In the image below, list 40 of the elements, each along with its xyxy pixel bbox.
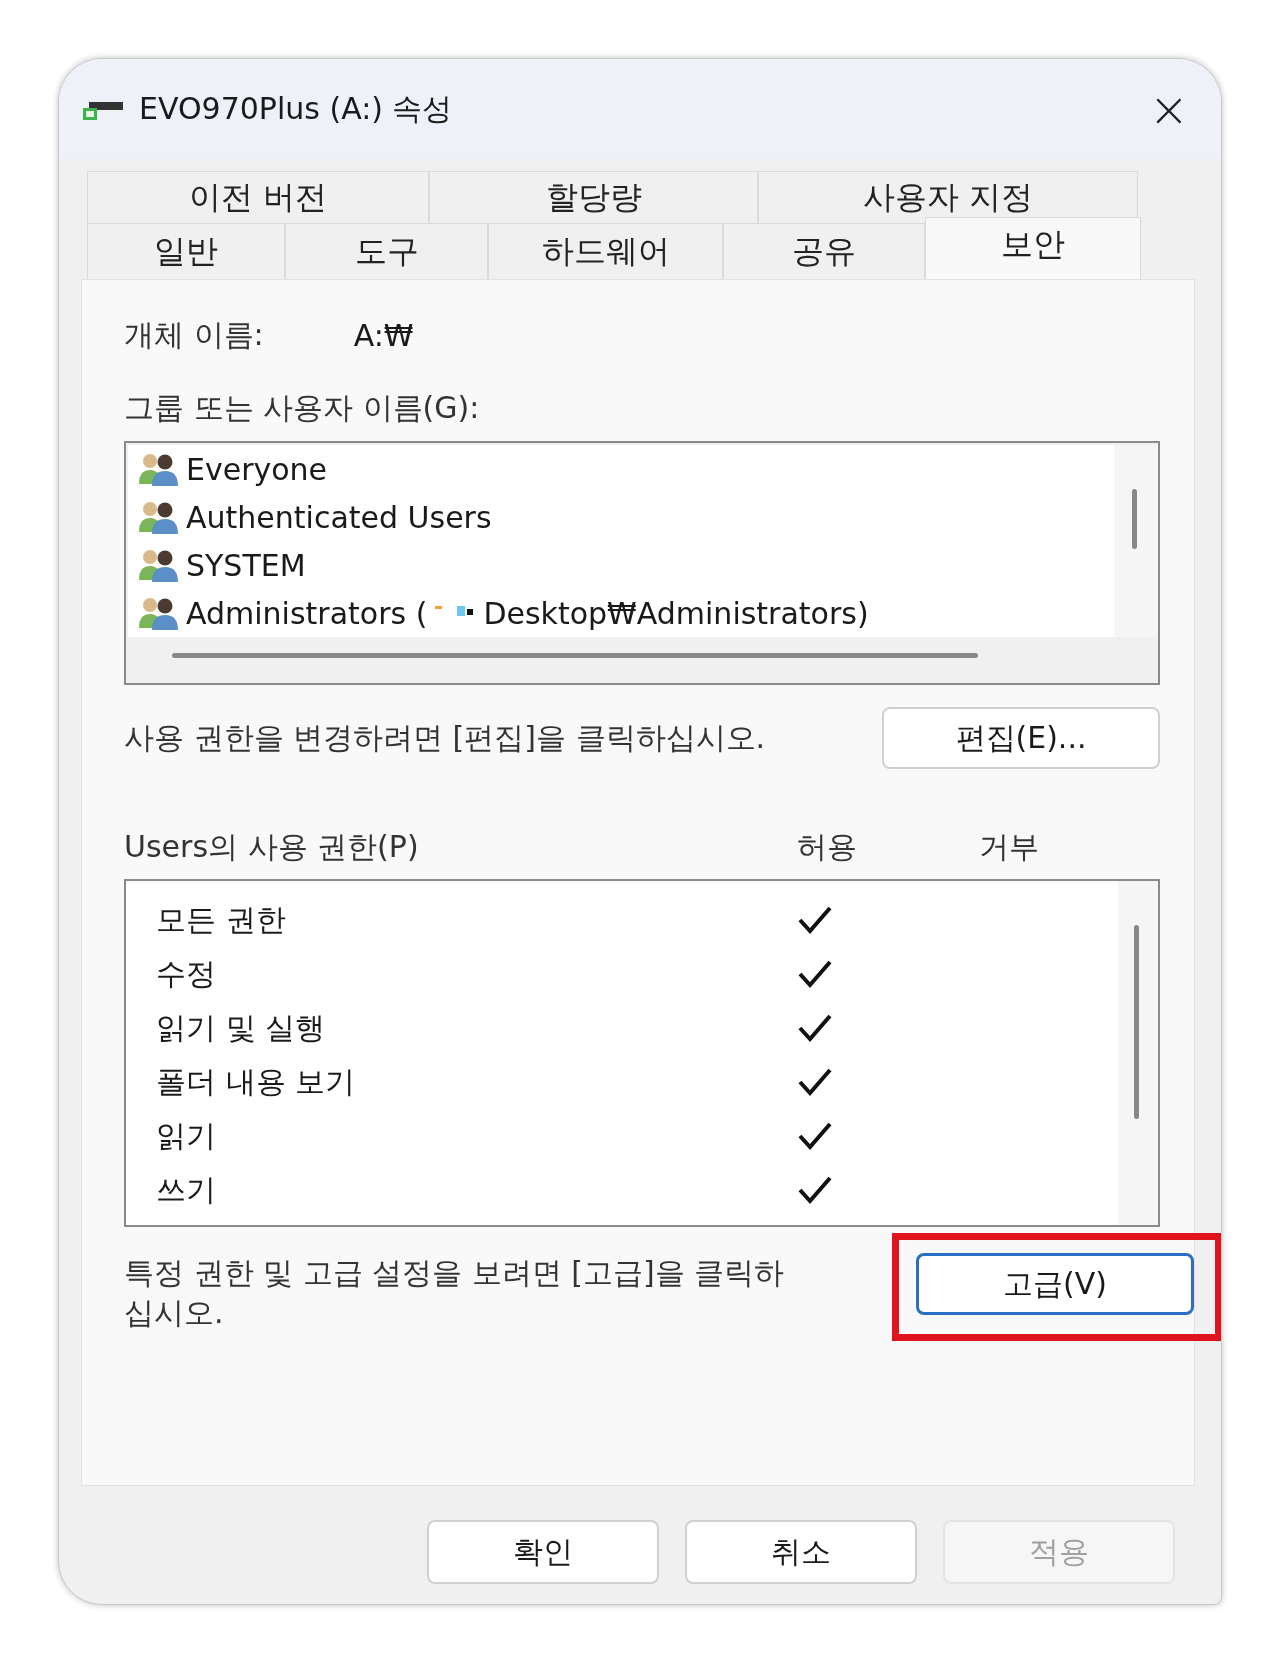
dialog-button[interactable]: 확인 — [427, 1520, 659, 1584]
deny-column-header: 거부 — [978, 827, 1040, 866]
group-item[interactable]: Everyone — [128, 445, 1158, 493]
permission-name: 읽기 및 실행 — [156, 1008, 327, 1047]
tab[interactable]: 하드웨어 — [488, 223, 723, 279]
group-name: Everyone — [186, 451, 328, 487]
group-name: Administrators ( — [186, 595, 428, 631]
tab[interactable]: 도구 — [285, 223, 488, 279]
permission-name: 수정 — [156, 954, 217, 993]
group-name: Authenticated Users — [186, 499, 492, 535]
scrollbar-thumb[interactable] — [1134, 925, 1139, 1119]
window-title: EVO970Plus (A:) 속성 — [139, 89, 454, 128]
dialog-button[interactable]: 취소 — [685, 1520, 917, 1584]
object-name-value: A:₩ — [353, 317, 414, 353]
advanced-button[interactable]: 고급(V) — [916, 1253, 1194, 1315]
scrollbar-thumb[interactable] — [1132, 489, 1137, 549]
advanced-hint: 특정 권한 및 고급 설정을 보려면 [고급]을 클릭하십시오. — [124, 1254, 786, 1332]
allow-column-header: 허용 — [797, 827, 859, 866]
tab[interactable]: 보안 — [925, 217, 1141, 279]
tab[interactable]: 공유 — [723, 223, 925, 279]
group-item[interactable]: Authenticated Users — [128, 493, 1158, 541]
close-button[interactable]: × — [1140, 85, 1197, 133]
permission-name: 쓰기 — [156, 1170, 217, 1209]
scrollbar-thumb[interactable] — [172, 653, 978, 658]
permission-name: 읽기 — [156, 1116, 217, 1155]
edit-hint: 사용 권한을 변경하려면 [편집]을 클릭하십시오. — [124, 718, 766, 757]
tab[interactable]: 일반 — [87, 223, 285, 279]
group-name: SYSTEM — [186, 547, 306, 583]
tab[interactable]: 할당량 — [429, 171, 758, 223]
groups-label: 그룹 또는 사용자 이름(G): — [124, 389, 481, 427]
permission-name: 모든 권한 — [156, 900, 287, 939]
permissions-label: Users의 사용 권한(P) — [124, 827, 420, 866]
edit-button[interactable]: 편집(E)... — [882, 707, 1160, 769]
tab[interactable]: 이전 버전 — [87, 171, 429, 223]
group-item[interactable]: Administrators ( Desktop₩Administrators) — [128, 589, 1158, 637]
object-name-label: 개체 이름: — [124, 315, 264, 354]
group-item[interactable]: SYSTEM — [128, 541, 1158, 589]
group-name-suffix: Desktop₩Administrators) — [483, 595, 869, 631]
permission-name: 폴더 내용 보기 — [156, 1062, 357, 1101]
tab[interactable]: 사용자 지정 — [758, 171, 1138, 223]
